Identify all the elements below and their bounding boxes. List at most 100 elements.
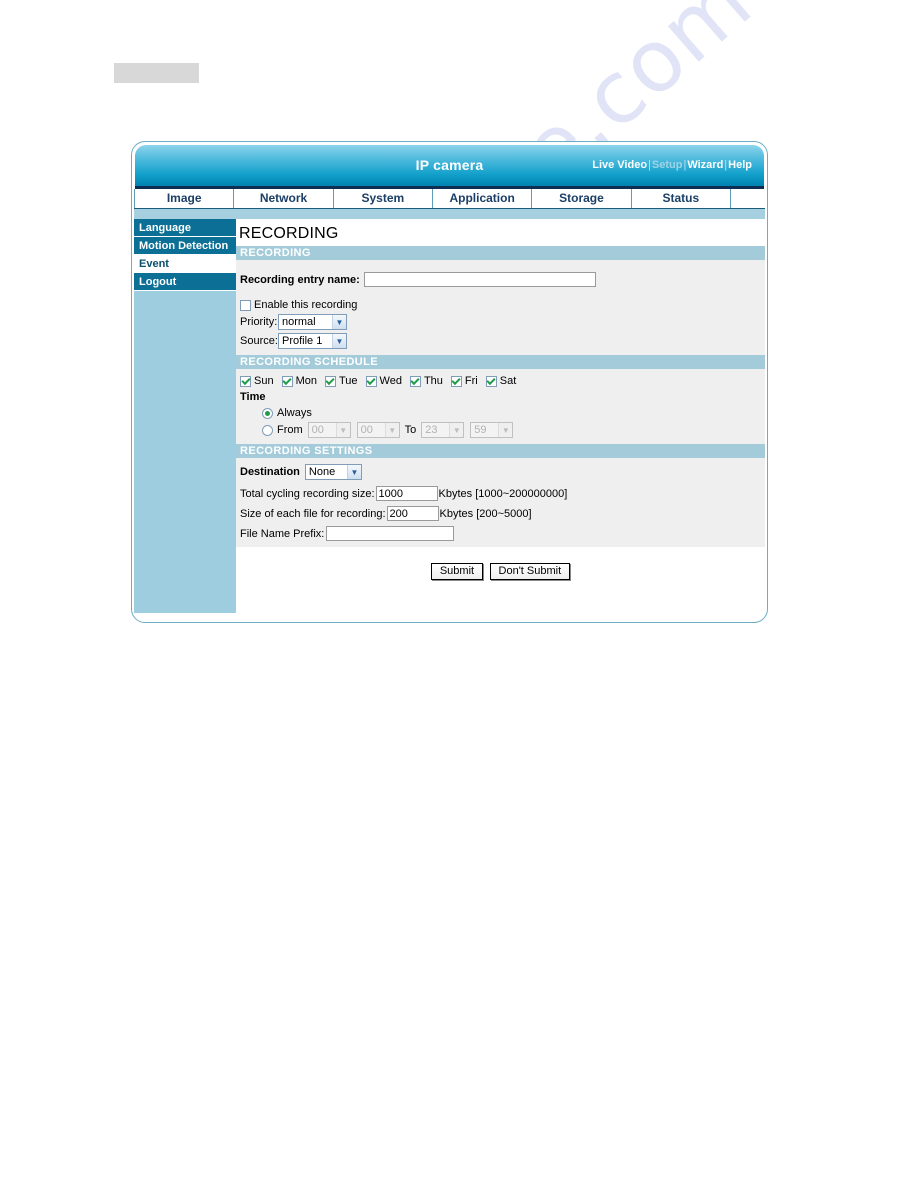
form-button-row: Submit Don't Submit bbox=[236, 547, 765, 580]
from-minute-value: 00 bbox=[360, 424, 373, 436]
priority-value: normal bbox=[282, 316, 316, 328]
weekday-checkbox-group: Sun Mon Tue Wed Thu Fri Sat bbox=[240, 375, 765, 387]
chevron-down-icon: ▼ bbox=[335, 423, 350, 437]
from-hour-select[interactable]: 00 ▼ bbox=[307, 422, 351, 438]
from-label: From bbox=[277, 424, 303, 436]
to-minute-value: 59 bbox=[474, 424, 487, 436]
link-help[interactable]: Help bbox=[728, 159, 752, 171]
link-wizard[interactable]: Wizard bbox=[687, 159, 723, 171]
checkbox-tue[interactable] bbox=[324, 375, 336, 387]
time-label: Time bbox=[240, 391, 266, 403]
ip-camera-panel: IP camera Live Video|Setup|Wizard|Help I… bbox=[131, 141, 768, 623]
link-separator-2: | bbox=[683, 159, 687, 171]
sidebar-item-logout[interactable]: Logout bbox=[134, 273, 236, 291]
total-cycling-size-input[interactable] bbox=[375, 486, 438, 501]
recording-entry-name-input[interactable] bbox=[363, 272, 596, 287]
to-label: To bbox=[404, 424, 417, 436]
destination-select[interactable]: None ▼ bbox=[304, 464, 362, 480]
page-title: RECORDING bbox=[239, 225, 339, 242]
day-sun[interactable]: Sun bbox=[240, 375, 274, 387]
link-separator-3: | bbox=[724, 159, 728, 171]
tab-filler bbox=[731, 189, 765, 208]
chevron-down-icon: ▼ bbox=[332, 315, 346, 329]
day-fri[interactable]: Fri bbox=[450, 375, 478, 387]
link-live-video[interactable]: Live Video bbox=[592, 159, 647, 171]
tab-system[interactable]: System bbox=[334, 189, 433, 208]
priority-label: Priority: bbox=[240, 316, 278, 328]
tab-status[interactable]: Status bbox=[632, 189, 731, 208]
submit-button[interactable]: Submit bbox=[430, 563, 484, 580]
sidebar-item-event[interactable]: Event bbox=[134, 255, 236, 273]
checkbox-wed[interactable] bbox=[365, 375, 377, 387]
sidebar: Language Motion Detection Event Logout bbox=[134, 219, 236, 613]
source-select[interactable]: Profile 1 ▼ bbox=[278, 333, 347, 349]
day-label-mon: Mon bbox=[295, 375, 317, 387]
tab-image[interactable]: Image bbox=[134, 189, 235, 208]
page-banner: IP camera Live Video|Setup|Wizard|Help bbox=[135, 145, 764, 189]
day-label-fri: Fri bbox=[464, 375, 478, 387]
to-minute-select[interactable]: 59 ▼ bbox=[470, 422, 514, 438]
chevron-down-icon: ▼ bbox=[449, 423, 464, 437]
file-name-prefix-label: File Name Prefix: bbox=[240, 527, 325, 540]
tab-application[interactable]: Application bbox=[433, 189, 533, 208]
day-sat[interactable]: Sat bbox=[485, 375, 517, 387]
section-header-recording-settings: RECORDING SETTINGS bbox=[236, 444, 765, 458]
tab-network[interactable]: Network bbox=[234, 189, 334, 208]
panel-body: Language Motion Detection Event Logout R… bbox=[134, 219, 765, 613]
radio-from[interactable] bbox=[262, 424, 273, 436]
main-content: RECORDING RECORDING Recording entry name… bbox=[236, 219, 765, 613]
section-body-recording: Recording entry name: Enable this record… bbox=[236, 260, 765, 355]
day-label-sat: Sat bbox=[499, 375, 517, 387]
section-body-recording-schedule: Sun Mon Tue Wed Thu Fri Sat Time Always … bbox=[236, 369, 765, 444]
chevron-down-icon: ▼ bbox=[498, 423, 513, 437]
source-label: Source: bbox=[240, 335, 278, 347]
sidebar-item-motion-detection[interactable]: Motion Detection bbox=[134, 237, 236, 255]
day-label-tue: Tue bbox=[338, 375, 358, 387]
section-header-recording: RECORDING bbox=[236, 246, 765, 260]
total-cycling-size-unit: Kbytes [1000~200000000] bbox=[438, 487, 568, 500]
checkbox-fri[interactable] bbox=[450, 375, 462, 387]
file-size-unit: Kbytes [200~5000] bbox=[439, 507, 532, 520]
day-wed[interactable]: Wed bbox=[365, 375, 402, 387]
section-body-recording-settings: Destination None ▼ Total cycling recordi… bbox=[236, 458, 765, 547]
priority-select[interactable]: normal ▼ bbox=[278, 314, 347, 330]
destination-value: None bbox=[308, 466, 336, 478]
banner-links: Live Video|Setup|Wizard|Help bbox=[592, 159, 752, 171]
to-hour-select[interactable]: 23 ▼ bbox=[421, 422, 465, 438]
enable-recording-checkbox[interactable] bbox=[240, 299, 251, 311]
file-name-prefix-input[interactable] bbox=[326, 526, 455, 541]
checkbox-sat[interactable] bbox=[485, 375, 497, 387]
day-thu[interactable]: Thu bbox=[409, 375, 443, 387]
from-hour-value: 00 bbox=[311, 424, 324, 436]
day-mon[interactable]: Mon bbox=[281, 375, 317, 387]
destination-label: Destination bbox=[240, 466, 300, 478]
link-setup[interactable]: Setup bbox=[652, 159, 683, 171]
file-size-input[interactable] bbox=[386, 506, 439, 521]
file-size-label: Size of each file for recording: bbox=[240, 507, 386, 520]
to-hour-value: 23 bbox=[425, 424, 438, 436]
sidebar-item-language[interactable]: Language bbox=[134, 219, 236, 237]
from-minute-select[interactable]: 00 ▼ bbox=[356, 422, 400, 438]
recording-entry-name-label: Recording entry name: bbox=[240, 273, 360, 286]
total-cycling-size-label: Total cycling recording size: bbox=[240, 487, 375, 500]
always-label: Always bbox=[277, 407, 312, 419]
day-label-thu: Thu bbox=[423, 375, 443, 387]
checkbox-mon[interactable] bbox=[281, 375, 293, 387]
radio-always[interactable] bbox=[262, 407, 273, 419]
checkbox-sun[interactable] bbox=[240, 375, 251, 387]
dont-submit-button[interactable]: Don't Submit bbox=[489, 563, 571, 580]
enable-recording-label: Enable this recording bbox=[254, 299, 358, 311]
chevron-down-icon: ▼ bbox=[332, 334, 346, 348]
gray-placeholder-box bbox=[114, 63, 199, 83]
chevron-down-icon: ▼ bbox=[346, 465, 361, 479]
chevron-down-icon: ▼ bbox=[384, 423, 399, 437]
section-header-recording-schedule: RECORDING SCHEDULE bbox=[236, 355, 765, 369]
tab-underline-strip bbox=[134, 209, 765, 219]
tab-storage[interactable]: Storage bbox=[532, 189, 632, 208]
main-tab-bar: Image Network System Application Storage… bbox=[134, 189, 765, 209]
checkbox-thu[interactable] bbox=[409, 375, 421, 387]
source-value: Profile 1 bbox=[282, 335, 323, 347]
day-label-sun: Sun bbox=[254, 375, 274, 387]
link-separator-1: | bbox=[648, 159, 651, 171]
day-tue[interactable]: Tue bbox=[324, 375, 358, 387]
